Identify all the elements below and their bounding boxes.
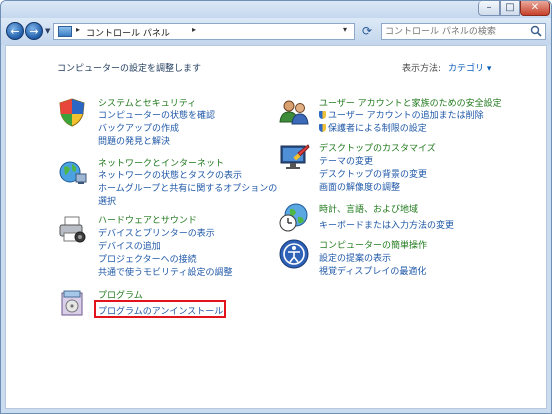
ease-of-access-icon[interactable] xyxy=(278,238,310,270)
category-clock-language-region[interactable]: 時計、言語、および地域 xyxy=(319,202,418,215)
content-pane: コンピューターの設定を調整します 表示方法: カテゴリ ▾ システムとセキュリテ… xyxy=(5,45,547,409)
link-change-theme[interactable]: テーマの変更 xyxy=(319,154,373,167)
link-suggested-settings[interactable]: 設定の提案の表示 xyxy=(319,251,391,264)
back-button[interactable]: ← xyxy=(6,22,24,40)
recent-pages-dropdown-icon[interactable]: ▼ xyxy=(45,27,50,35)
link-homegroup-options-cont[interactable]: 選択 xyxy=(98,194,116,207)
category-ease-of-access[interactable]: コンピューターの簡単操作 xyxy=(319,238,427,251)
search-input[interactable] xyxy=(385,25,525,38)
highlight-box xyxy=(94,300,226,318)
uac-shield-icon xyxy=(319,124,326,132)
page-title: コンピューターの設定を調整します xyxy=(57,64,202,74)
breadcrumb-control-panel[interactable]: コントロール パネル xyxy=(86,26,170,39)
title-bar[interactable]: – □ ✕ xyxy=(1,1,551,18)
minimize-button[interactable]: – xyxy=(478,1,500,16)
link-change-keyboard[interactable]: キーボードまたは入力方法の変更 xyxy=(319,218,454,231)
category-appearance[interactable]: デスクトップのカスタマイズ xyxy=(319,141,436,154)
link-devices-printers[interactable]: デバイスとプリンターの表示 xyxy=(98,226,215,239)
control-panel-window: – □ ✕ ← → ▼ ▸ コントロール パネル ▸ ▾ ⟳ コンピューターの設… xyxy=(0,0,552,414)
link-homegroup-options[interactable]: ホームグループと共有に関するオプションの xyxy=(98,181,277,194)
link-add-remove-accounts-label: ユーザー アカウントの追加または削除 xyxy=(328,111,484,121)
link-troubleshoot[interactable]: 問題の発見と解決 xyxy=(98,134,170,147)
link-adjust-resolution[interactable]: 画面の解像度の調整 xyxy=(319,180,400,193)
search-icon[interactable] xyxy=(530,25,542,37)
link-change-background[interactable]: デスクトップの背景の変更 xyxy=(319,167,427,180)
link-optimize-display[interactable]: 視覚ディスプレイの最適化 xyxy=(319,264,426,277)
chevron-right-icon[interactable]: ▸ xyxy=(76,25,80,34)
chevron-right-icon[interactable]: ▸ xyxy=(192,25,196,34)
programs-icon[interactable] xyxy=(56,287,88,319)
navigation-bar: ← → ▼ ▸ コントロール パネル ▸ ▾ ⟳ xyxy=(1,18,551,45)
link-create-backup[interactable]: バックアップの作成 xyxy=(98,121,179,134)
link-connect-projector[interactable]: プロジェクターへの接続 xyxy=(98,252,197,265)
category-hardware-sound[interactable]: ハードウェアとサウンド xyxy=(98,213,197,226)
link-network-status[interactable]: ネットワークの状態とタスクの表示 xyxy=(98,168,242,181)
view-by-dropdown[interactable]: カテゴリ ▾ xyxy=(448,61,491,74)
link-add-remove-accounts[interactable]: ユーザー アカウントの追加または削除 xyxy=(319,108,484,121)
search-box[interactable] xyxy=(381,23,546,40)
link-check-status[interactable]: コンピューターの状態を確認 xyxy=(98,108,215,121)
address-dropdown-icon[interactable]: ▾ xyxy=(343,25,347,34)
link-mobility-settings[interactable]: 共通で使うモビリティ設定の調整 xyxy=(98,265,232,278)
maximize-button[interactable]: □ xyxy=(500,1,520,16)
control-panel-icon xyxy=(58,26,72,37)
refresh-icon[interactable]: ⟳ xyxy=(358,23,376,40)
link-add-device[interactable]: デバイスの追加 xyxy=(98,239,161,252)
link-parental-controls[interactable]: 保護者による制限の設定 xyxy=(319,121,427,134)
clock-globe-icon[interactable] xyxy=(278,201,310,233)
link-parental-controls-label: 保護者による制限の設定 xyxy=(328,124,427,134)
printer-icon[interactable] xyxy=(56,213,88,245)
desktop-personalize-icon[interactable] xyxy=(278,141,310,173)
view-by-label: 表示方法: xyxy=(402,64,442,74)
users-icon[interactable] xyxy=(278,96,310,128)
uac-shield-icon xyxy=(319,111,326,119)
network-globe-icon[interactable] xyxy=(56,156,88,188)
shield-icon[interactable] xyxy=(56,96,88,128)
close-button[interactable]: ✕ xyxy=(520,1,550,16)
forward-button[interactable]: → xyxy=(25,22,43,40)
address-bar[interactable]: ▸ コントロール パネル ▸ ▾ xyxy=(53,23,355,40)
